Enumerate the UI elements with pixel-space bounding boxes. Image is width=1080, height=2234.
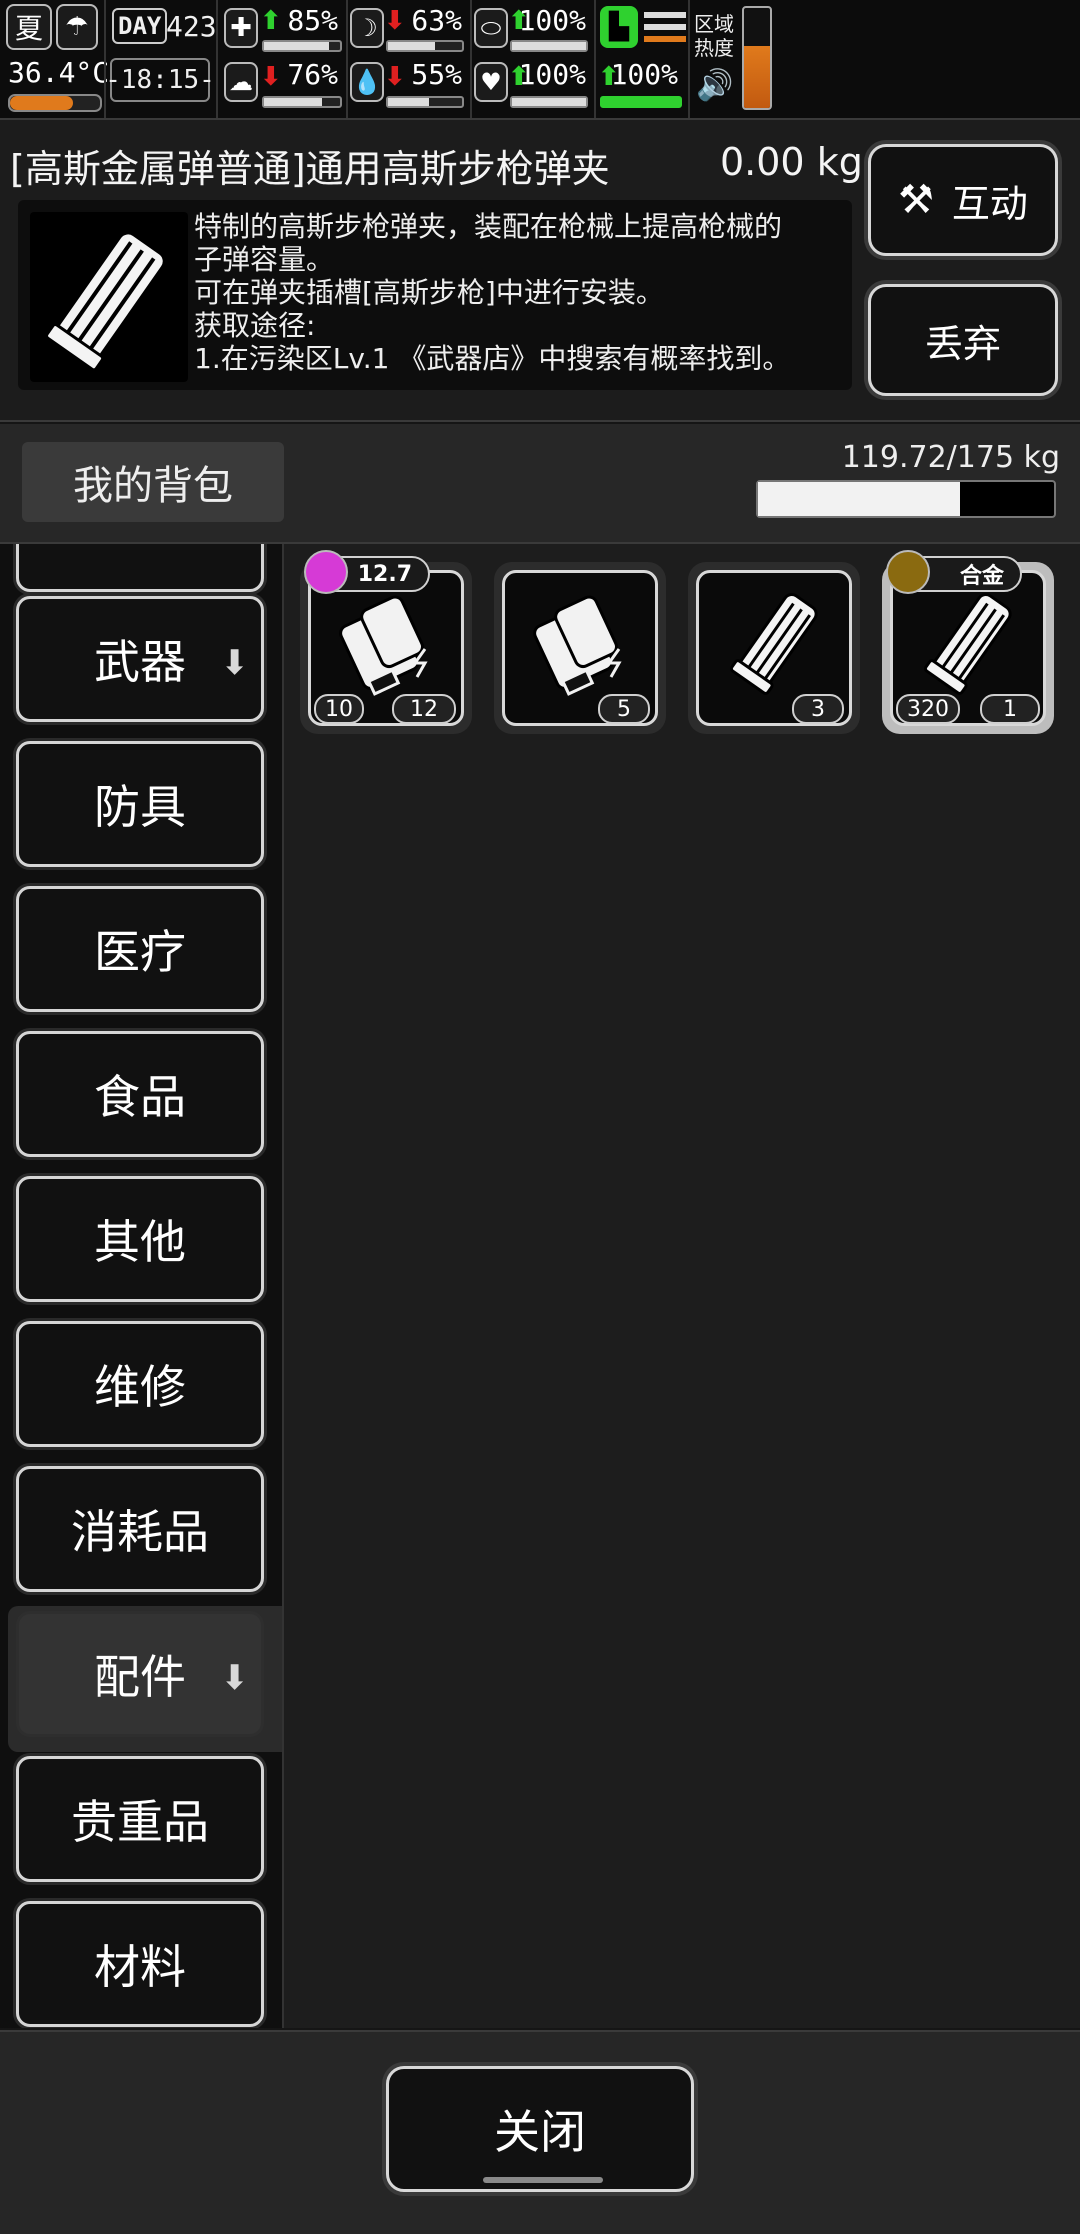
category-label: 防具 — [94, 780, 186, 834]
day-counter: DAY 423 — [110, 4, 217, 50]
weather-rain-icon: ☂ — [56, 4, 98, 50]
category-label: 食品 — [94, 1070, 186, 1124]
slot-right-count: 1 — [980, 694, 1040, 724]
badge-text: 12.7 — [357, 561, 412, 587]
interact-label: 互动 — [951, 181, 1028, 226]
slot-right-count: 12 — [392, 694, 456, 724]
season-badge: 夏 — [6, 4, 52, 50]
slot-right-count: 5 — [598, 694, 650, 724]
day-number: 423 — [166, 10, 217, 43]
close-button[interactable]: 关闭 — [386, 2066, 694, 2192]
mental-bar — [262, 96, 342, 108]
close-label: 关闭 — [494, 2105, 586, 2159]
temperature-gauge — [8, 94, 102, 112]
season-label: 夏 — [14, 12, 43, 45]
category-valuables[interactable]: 贵重品 — [16, 1756, 264, 1882]
badge-text: 合金 — [959, 564, 1004, 589]
item-weight: 0.00 kg — [720, 140, 863, 184]
health-bar — [262, 40, 342, 52]
stamina-bar — [510, 40, 588, 52]
interact-button[interactable]: ⚒ 互动 — [868, 144, 1058, 256]
discard-label: 丢弃 — [924, 321, 1001, 366]
alloy-bullet-icon — [886, 550, 930, 594]
gauss-ammo-icon — [533, 595, 622, 696]
category-label: 配件 — [94, 1650, 186, 1704]
heart-bar — [510, 96, 588, 108]
leg-bar — [600, 96, 682, 108]
item-description: 特制的高斯步枪弹夹，装配在枪械上提高枪械的 子弹容量。 可在弹夹插槽[高斯步枪]… — [194, 210, 791, 375]
arrow-down-icon: ⬇ — [220, 1658, 250, 1698]
ammo-caliber-badge: 12.7 — [304, 550, 430, 594]
leg-percent: 100% — [610, 58, 678, 91]
day-label: DAY — [112, 8, 168, 44]
status-bar: 夏 ☂ 36.4°C DAY 423 -18:15- ✚ ⬆ 85% ☁ ⬇ 7… — [0, 0, 1080, 120]
slot-right-count: 3 — [792, 694, 844, 724]
bag-capacity-bar — [756, 480, 1056, 518]
inventory-slot-selected[interactable]: 合金 320 1 — [882, 550, 1054, 734]
inventory-slot[interactable]: 3 — [688, 562, 860, 734]
boot-icon: ▙ — [600, 6, 638, 48]
sound-icon[interactable]: 🔊 — [696, 68, 733, 103]
alloy-badge: 合金 — [886, 550, 1022, 594]
category-hidden-top[interactable] — [16, 544, 264, 592]
clock-display: -18:15- — [105, 58, 215, 102]
category-label: 维修 — [94, 1360, 186, 1414]
item-image — [30, 212, 188, 382]
category-repair[interactable]: 维修 — [16, 1321, 264, 1447]
hand-hammer-icon: ⚒ — [898, 177, 934, 223]
category-label: 消耗品 — [71, 1505, 209, 1559]
category-food[interactable]: 食品 — [16, 1031, 264, 1157]
category-label: 医疗 — [94, 925, 186, 979]
category-weapons[interactable]: 武器 ⬇ — [16, 596, 264, 722]
category-sidebar[interactable]: 武器 ⬇ 防具 医疗 食品 其他 维修 消耗品 配件 ⬇ 贵重品 材料 — [0, 544, 285, 2028]
gauss-ammo-icon — [339, 595, 428, 696]
stomach-bar — [386, 40, 464, 52]
zone-heat-gauge — [742, 6, 772, 110]
magazine-icon — [45, 231, 166, 372]
magazine-icon — [923, 592, 1012, 695]
slot-left-count: 10 — [314, 694, 364, 724]
health-percent: 85% — [287, 4, 338, 37]
water-percent: 55% — [411, 58, 462, 91]
arrow-down-icon: ⬇ — [220, 643, 250, 683]
inventory-slot[interactable]: 5 — [494, 562, 666, 734]
category-label: 武器 — [94, 635, 186, 689]
stamina-percent: 100% — [518, 4, 586, 37]
category-other[interactable]: 其他 — [16, 1176, 264, 1302]
inventory-slot[interactable]: 12.7 10 12 — [300, 550, 472, 734]
category-label: 贵重品 — [71, 1795, 209, 1849]
mental-percent: 76% — [287, 58, 338, 91]
zone-heat-label: 区域 热度 — [694, 12, 734, 60]
category-consumables[interactable]: 消耗品 — [16, 1466, 264, 1592]
item-title: [高斯金属弹普通]通用高斯步枪弹夹 — [10, 147, 610, 191]
temperature-readout: 36.4°C — [8, 56, 110, 89]
bag-capacity-text: 119.72/175 kg — [841, 440, 1060, 475]
my-bag-tab[interactable]: 我的背包 — [22, 442, 284, 522]
stomach-percent: 63% — [411, 4, 462, 37]
category-materials[interactable]: 材料 — [16, 1901, 264, 2027]
category-label: 材料 — [94, 1940, 186, 1994]
category-accessories[interactable]: 配件 ⬇ — [16, 1611, 264, 1737]
water-bar — [386, 96, 464, 108]
category-armor[interactable]: 防具 — [16, 741, 264, 867]
slot-left-count: 320 — [896, 694, 960, 724]
magazine-icon — [729, 592, 818, 695]
leg-status: ▙ — [600, 4, 690, 50]
item-grid — [284, 544, 1080, 2028]
bag-capacity-fill — [758, 482, 961, 516]
category-label: 其他 — [94, 1215, 186, 1269]
bullet-icon — [304, 550, 348, 594]
category-medical[interactable]: 医疗 — [16, 886, 264, 1012]
discard-button[interactable]: 丢弃 — [868, 284, 1058, 396]
